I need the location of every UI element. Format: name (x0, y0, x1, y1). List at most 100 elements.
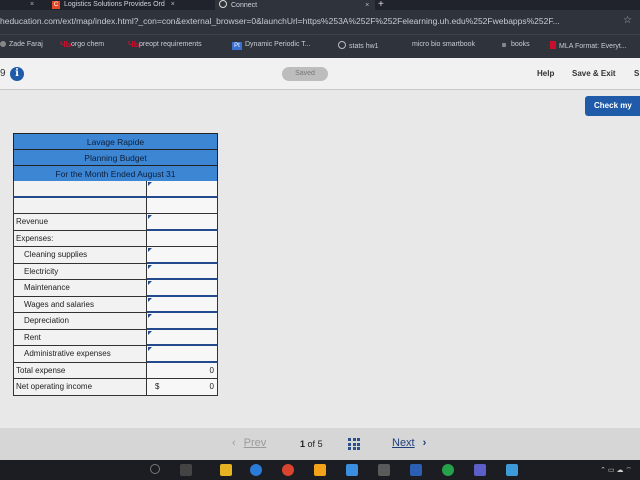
tab-label: Logistics Solutions Provides Ord (64, 1, 165, 8)
row-label: Maintenance (13, 280, 147, 297)
row-label: Electricity (13, 263, 147, 280)
revenue-input[interactable] (147, 214, 218, 231)
uh-icon: ЧЬ (128, 40, 140, 49)
file-explorer-icon[interactable] (220, 464, 232, 476)
app-icon[interactable] (506, 464, 518, 476)
bookmark-label: preopt requirements (139, 41, 202, 48)
row-label: Rent (13, 329, 147, 346)
table-row: Revenue (13, 214, 218, 231)
budget-period: For the Month Ended August 31 (13, 165, 218, 181)
cleaning-supplies-input[interactable] (147, 247, 218, 264)
tab-connect[interactable]: Connect × (215, 0, 375, 10)
rent-input[interactable] (147, 329, 218, 346)
table-row: Cleaning supplies (13, 247, 218, 264)
word-icon[interactable] (410, 464, 422, 476)
table-row: Electricity (13, 263, 218, 280)
row-label: Depreciation (13, 313, 147, 330)
spacer-cell (13, 197, 147, 214)
search-icon[interactable] (150, 464, 160, 474)
chevron-left-icon: ‹ (232, 437, 236, 449)
info-icon[interactable]: i (10, 67, 24, 81)
help-button[interactable]: Help (537, 69, 554, 78)
row-label: Administrative expenses (13, 346, 147, 363)
total-pages: 5 (317, 439, 323, 449)
administrative-expenses-input[interactable] (147, 346, 218, 363)
bookmark-dynamic-periodic[interactable]: Pt Dynamic Periodic T... (232, 41, 311, 50)
uh-icon: ЧЬ (60, 40, 72, 49)
planning-budget-table: Lavage Rapide Planning Budget For the Mo… (13, 133, 218, 396)
check-my-work-button[interactable]: Check my (585, 96, 640, 116)
table-row: Wages and salaries (13, 296, 218, 313)
books-icon: ≣ (501, 43, 507, 49)
app-icon[interactable] (378, 464, 390, 476)
tab-label: Connect (231, 2, 258, 9)
bookmark-books[interactable]: ≣ books (500, 41, 530, 50)
submit-button[interactable]: S (634, 69, 639, 78)
question-grid-icon[interactable] (348, 438, 360, 450)
prev-label: Prev (243, 437, 267, 449)
bookmark-label: MLA Format: Everyt... (559, 43, 627, 50)
spacer-cell (147, 197, 218, 214)
app-icon[interactable] (314, 464, 326, 476)
table-row (13, 197, 218, 214)
net-operating-income-value: 0 (209, 382, 214, 391)
chevron-right-icon: › (422, 437, 427, 449)
prev-button[interactable]: ‹ Prev (232, 437, 266, 449)
activity-label-input[interactable] (13, 181, 147, 198)
row-label: Expenses: (13, 230, 147, 247)
bookmark-stats-hw1[interactable]: stats hw1 (338, 41, 379, 50)
tab-close-icon[interactable]: × (365, 2, 369, 9)
task-view-icon[interactable] (180, 464, 192, 476)
table-row: Net operating income $ 0 (13, 379, 218, 396)
of-label: of (307, 439, 316, 449)
page-indicator: 1 of 5 (300, 439, 323, 449)
bookmark-label: Zade Faraj (9, 41, 43, 48)
tab-logistics[interactable]: C Logistics Solutions Provides Ord × (52, 0, 202, 10)
globe-icon (338, 41, 346, 49)
chrome-icon[interactable] (282, 464, 294, 476)
bookmark-zade-faraj[interactable]: Zade Faraj (0, 41, 43, 48)
bookmark-orgo-chem[interactable]: ЧЬorgo chem (60, 41, 104, 49)
question-number: 9 (0, 68, 6, 79)
bookmark-label: stats hw1 (349, 43, 379, 50)
url-input[interactable]: heducation.com/ext/map/index.html?_con=c… (0, 16, 610, 26)
table-row: Depreciation (13, 313, 218, 330)
bookmark-label: orgo chem (71, 41, 105, 48)
system-tray[interactable]: ⌃ ▭ ☁ ⌔ (600, 466, 632, 475)
bookmark-mla-format[interactable]: MLA Format: Everyt... (550, 41, 627, 50)
activity-value-input[interactable] (147, 181, 218, 198)
electricity-input[interactable] (147, 263, 218, 280)
save-exit-button[interactable]: Save & Exit (572, 69, 616, 78)
edge-icon[interactable] (250, 464, 262, 476)
new-tab-button[interactable]: + (378, 0, 390, 10)
dollar-sign: $ (155, 382, 160, 391)
table-row: Administrative expenses (13, 346, 218, 363)
next-button[interactable]: Next › (392, 437, 426, 449)
bookmark-micro-bio[interactable]: micro bio smartbook (412, 41, 475, 48)
maintenance-input[interactable] (147, 280, 218, 297)
periodic-icon: Pt (232, 42, 242, 50)
bookmark-star-icon[interactable]: ☆ (623, 15, 632, 26)
bookmark-label: micro bio smartbook (412, 41, 476, 48)
bookmark-preopt-requirements[interactable]: ЧЬpreopt requirements (128, 41, 202, 49)
connect-icon (219, 0, 227, 8)
tab-close-icon[interactable]: × (30, 0, 42, 10)
table-row: Maintenance (13, 280, 218, 297)
company-name: Lavage Rapide (13, 133, 218, 149)
browser-tab-bar: × C Logistics Solutions Provides Ord × Con… (0, 0, 640, 10)
connect-c-icon: C (52, 1, 60, 9)
value-cell (147, 230, 218, 247)
whatsapp-icon[interactable] (442, 464, 454, 476)
budget-title: Planning Budget (13, 149, 218, 165)
tab-close-icon[interactable]: × (171, 1, 175, 8)
row-label: Net operating income (13, 379, 147, 396)
current-page: 1 (300, 439, 306, 449)
depreciation-input[interactable] (147, 313, 218, 330)
mail-icon[interactable] (346, 464, 358, 476)
bookmark-label: Dynamic Periodic T... (245, 41, 311, 48)
wages-salaries-input[interactable] (147, 296, 218, 313)
bookmark-icon (0, 41, 6, 47)
teams-icon[interactable] (474, 464, 486, 476)
bookmark-label: books (511, 41, 530, 48)
address-bar: heducation.com/ext/map/index.html?_con=c… (0, 10, 640, 34)
